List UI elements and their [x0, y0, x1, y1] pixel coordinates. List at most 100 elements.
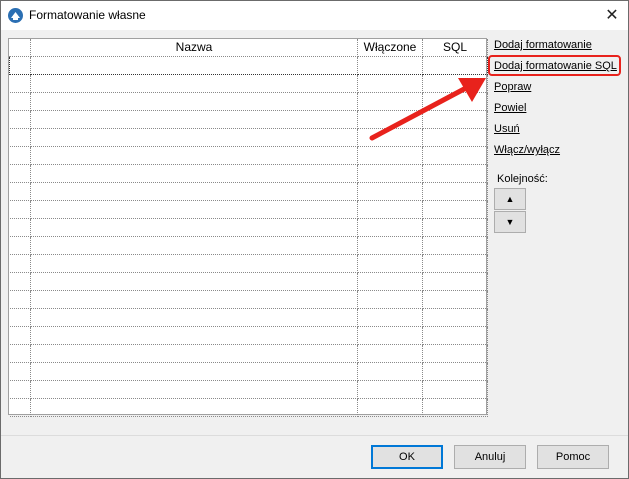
table-cell[interactable]	[30, 145, 358, 165]
table-row[interactable]	[9, 145, 488, 165]
table-cell[interactable]	[357, 325, 423, 345]
table-cell[interactable]	[30, 73, 358, 93]
table-cell[interactable]	[357, 307, 423, 327]
table-row[interactable]	[9, 55, 488, 75]
move-up-button[interactable]: ▲	[494, 188, 526, 210]
row-selector-cell[interactable]	[9, 73, 31, 93]
close-icon[interactable]: ✕	[597, 3, 627, 27]
table-cell[interactable]	[357, 199, 423, 219]
table-cell[interactable]	[357, 253, 423, 273]
formatting-table[interactable]: Nazwa Włączone SQL	[8, 38, 488, 417]
row-selector-cell[interactable]	[9, 325, 31, 345]
table-cell[interactable]	[422, 73, 488, 93]
toggle-link[interactable]: Włącz/wyłącz	[494, 144, 560, 156]
row-selector-cell[interactable]	[9, 361, 31, 381]
table-cell[interactable]	[357, 181, 423, 201]
table-cell[interactable]	[30, 397, 358, 417]
column-header-name[interactable]: Nazwa	[30, 39, 358, 57]
table-row[interactable]	[9, 325, 488, 345]
table-cell[interactable]	[422, 271, 488, 291]
table-cell[interactable]	[422, 181, 488, 201]
table-cell[interactable]	[422, 199, 488, 219]
table-cell[interactable]	[422, 343, 488, 363]
table-row[interactable]	[9, 91, 488, 111]
add-formatting-link[interactable]: Dodaj formatowanie	[494, 39, 592, 51]
table-row[interactable]	[9, 181, 488, 201]
row-selector-cell[interactable]	[9, 379, 31, 399]
help-button[interactable]: Pomoc	[537, 445, 609, 469]
table-cell[interactable]	[422, 289, 488, 309]
table-cell[interactable]	[422, 379, 488, 399]
table-cell[interactable]	[30, 379, 358, 399]
table-row[interactable]	[9, 307, 488, 327]
row-selector-cell[interactable]	[9, 397, 31, 417]
table-cell[interactable]	[422, 145, 488, 165]
table-cell[interactable]	[30, 91, 358, 111]
table-cell[interactable]	[422, 91, 488, 111]
row-selector-cell[interactable]	[9, 343, 31, 363]
duplicate-link[interactable]: Powiel	[494, 102, 526, 114]
table-cell[interactable]	[422, 163, 488, 183]
table-cell[interactable]	[30, 127, 358, 147]
table-row[interactable]	[9, 127, 488, 147]
table-cell[interactable]	[30, 55, 358, 75]
row-selector-cell[interactable]	[9, 127, 31, 147]
table-cell[interactable]	[30, 289, 358, 309]
table-cell[interactable]	[357, 91, 423, 111]
row-selector-cell[interactable]	[9, 307, 31, 327]
table-cell[interactable]	[30, 199, 358, 219]
table-cell[interactable]	[357, 289, 423, 309]
table-cell[interactable]	[422, 397, 488, 417]
table-cell[interactable]	[357, 235, 423, 255]
table-cell[interactable]	[357, 127, 423, 147]
row-selector-cell[interactable]	[9, 217, 31, 237]
table-row[interactable]	[9, 217, 488, 237]
row-selector-cell[interactable]	[9, 181, 31, 201]
table-row[interactable]	[9, 73, 488, 93]
table-cell[interactable]	[30, 109, 358, 129]
table-cell[interactable]	[357, 163, 423, 183]
table-cell[interactable]	[422, 235, 488, 255]
table-cell[interactable]	[422, 253, 488, 273]
table-row[interactable]	[9, 343, 488, 363]
row-selector-cell[interactable]	[9, 271, 31, 291]
row-selector-cell[interactable]	[9, 199, 31, 219]
table-cell[interactable]	[30, 253, 358, 273]
ok-button[interactable]: OK	[371, 445, 443, 469]
table-row[interactable]	[9, 163, 488, 183]
row-selector-cell[interactable]	[9, 289, 31, 309]
table-cell[interactable]	[357, 343, 423, 363]
table-cell[interactable]	[357, 379, 423, 399]
row-selector-cell[interactable]	[9, 55, 31, 75]
table-cell[interactable]	[422, 307, 488, 327]
row-selector-cell[interactable]	[9, 145, 31, 165]
table-row[interactable]	[9, 199, 488, 219]
table-cell[interactable]	[357, 73, 423, 93]
table-cell[interactable]	[30, 217, 358, 237]
table-cell[interactable]	[357, 109, 423, 129]
row-selector-cell[interactable]	[9, 253, 31, 273]
table-row[interactable]	[9, 271, 488, 291]
table-row[interactable]	[9, 235, 488, 255]
table-row[interactable]	[9, 289, 488, 309]
move-down-button[interactable]: ▼	[494, 211, 526, 233]
cancel-button[interactable]: Anuluj	[454, 445, 526, 469]
table-cell[interactable]	[422, 127, 488, 147]
table-cell[interactable]	[357, 145, 423, 165]
table-row[interactable]	[9, 397, 488, 417]
table-cell[interactable]	[422, 325, 488, 345]
table-cell[interactable]	[422, 361, 488, 381]
table-row[interactable]	[9, 253, 488, 273]
row-selector-cell[interactable]	[9, 91, 31, 111]
table-cell[interactable]	[30, 235, 358, 255]
table-cell[interactable]	[422, 55, 488, 75]
table-cell[interactable]	[357, 361, 423, 381]
column-header-enabled[interactable]: Włączone	[357, 39, 423, 57]
edit-link[interactable]: Popraw	[494, 81, 531, 93]
table-cell[interactable]	[357, 271, 423, 291]
table-cell[interactable]	[30, 307, 358, 327]
row-selector-cell[interactable]	[9, 163, 31, 183]
table-row[interactable]	[9, 379, 488, 399]
delete-link[interactable]: Usuń	[494, 123, 520, 135]
table-cell[interactable]	[357, 55, 423, 75]
